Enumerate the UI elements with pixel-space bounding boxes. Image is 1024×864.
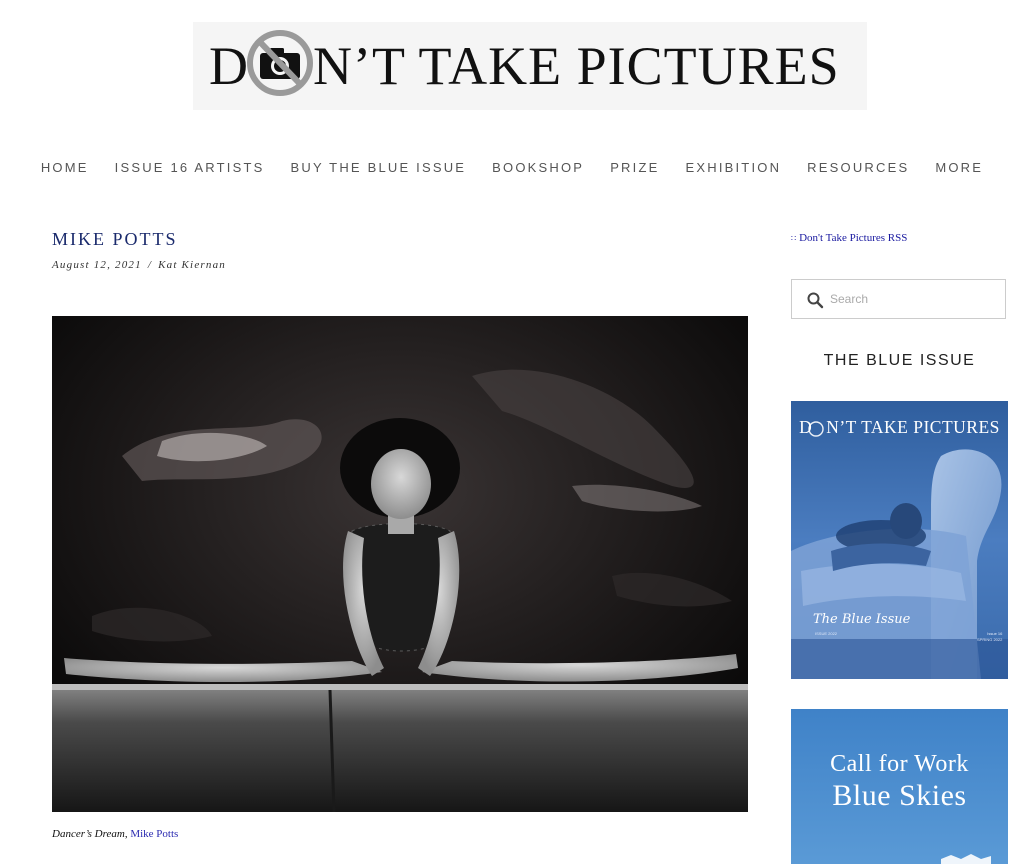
nav-resources[interactable]: RESOURCES [794, 158, 922, 178]
rss-label: Don't Take Pictures RSS [799, 232, 908, 244]
photo-artwork [52, 316, 748, 812]
meta-separator: / [147, 259, 153, 271]
no-camera-icon [247, 30, 313, 96]
post-title[interactable]: MIKE POTTS [52, 229, 178, 250]
rss-link[interactable]: ∷ Don't Take Pictures RSS [791, 232, 907, 244]
caption-artist-link[interactable]: Mike Potts [130, 828, 178, 840]
cover-subtitle: The Blue Issue [813, 612, 911, 627]
post-date[interactable]: August 12, 2021 [52, 259, 142, 271]
post-meta: August 12, 2021 / Kat Kiernan [52, 259, 226, 271]
caption-title: Dancer’s Dream [52, 828, 125, 840]
cover-title-start: D [799, 417, 813, 437]
cover-issue-season: SPRING 2022 [977, 637, 1003, 642]
main-nav: HOME ISSUE 16 ARTISTS BUY THE BLUE ISSUE… [0, 158, 1024, 178]
widget-title: THE BLUE ISSUE [823, 352, 976, 369]
call-line-2: Blue Skies [832, 779, 967, 812]
photo-caption: Dancer’s Dream, Mike Potts [52, 828, 178, 840]
nav-issue-16-artists[interactable]: ISSUE 16 ARTISTS [102, 158, 278, 178]
logo-text-end: N’T TAKE PICTURES [313, 36, 840, 96]
search-box[interactable] [791, 279, 1006, 319]
nav-buy-blue-issue[interactable]: BUY THE BLUE ISSUE [278, 158, 480, 178]
post-author[interactable]: Kat Kiernan [158, 259, 226, 271]
cover-title: D N’T TAKE PICTURES [791, 417, 1008, 438]
cover-title-end: N’T TAKE PICTURES [826, 417, 1000, 437]
nav-bookshop[interactable]: BOOKSHOP [479, 158, 597, 178]
cover-art [791, 401, 1008, 679]
rss-icon: ∷ [791, 234, 797, 243]
nav-home[interactable]: HOME [28, 158, 102, 178]
blue-issue-cover[interactable]: D N’T TAKE PICTURES The Blue Issue ISSUE … [791, 401, 1008, 679]
nav-more[interactable]: MORE [922, 158, 996, 178]
search-input[interactable] [830, 289, 990, 309]
cover-small-left: ISSUE 2022 [815, 631, 838, 636]
call-for-work-banner[interactable]: Call for Work Blue Skies [791, 709, 1008, 864]
call-line-1: Call for Work [830, 751, 969, 777]
post-photo[interactable] [52, 316, 748, 812]
cover-small-right: Issue 16 SPRING 2022 [977, 631, 1002, 643]
search-icon[interactable] [806, 291, 824, 309]
logo-text-start: D [209, 36, 249, 96]
nav-prize[interactable]: PRIZE [597, 158, 672, 178]
nav-exhibition[interactable]: EXHIBITION [672, 158, 794, 178]
